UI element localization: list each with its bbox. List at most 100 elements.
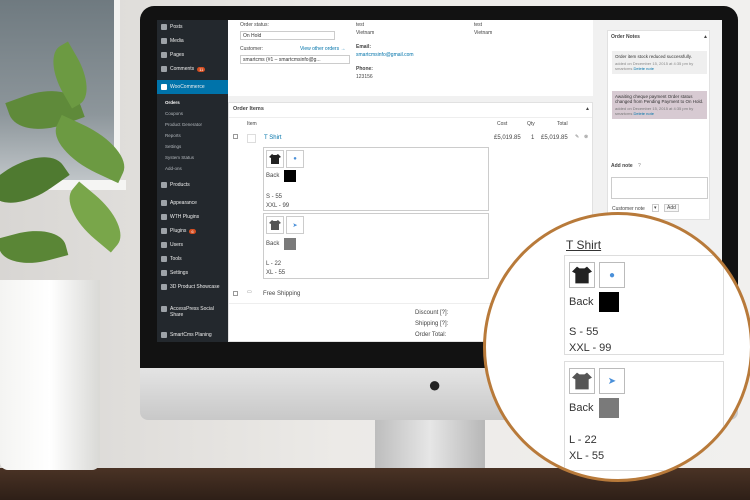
- variant-shirt-thumb[interactable]: [266, 150, 284, 168]
- note-textarea[interactable]: [611, 177, 708, 199]
- settings-icon: [161, 270, 167, 276]
- sidebar-item-reports[interactable]: Reports: [157, 130, 228, 141]
- delete-note-link[interactable]: Delete note: [633, 66, 653, 71]
- variant-design-thumb[interactable]: ➤: [599, 368, 625, 394]
- color-swatch-gray: [599, 398, 619, 418]
- plugins-count-badge: 6: [189, 228, 196, 234]
- variant-design-thumb[interactable]: ●: [599, 262, 625, 288]
- variant-shirt-thumb[interactable]: [569, 368, 595, 394]
- chevron-down-icon[interactable]: ▾: [652, 204, 659, 212]
- variant-design-thumb[interactable]: ➤: [286, 216, 304, 234]
- shipping-total-label: Shipping [?]:: [415, 321, 449, 327]
- share-icon: [161, 306, 167, 312]
- billing-country: Vietnam: [356, 30, 375, 36]
- products-icon: [161, 182, 167, 188]
- shipping-country: Vietnam: [474, 30, 493, 36]
- product-name-link[interactable]: T Shirt: [264, 135, 282, 141]
- page-icon: [161, 52, 167, 58]
- admin-sidebar: Posts Media Pages Comments 11 WooCommerce…: [157, 20, 228, 342]
- sidebar-item-orders[interactable]: Orders: [157, 97, 228, 108]
- arrow-icon: ➤: [292, 222, 298, 229]
- col-item: Item: [247, 121, 257, 127]
- gear-icon: [161, 284, 167, 290]
- order-notes-panel: Order Notes ▲ Order item stock reduced s…: [607, 30, 710, 220]
- monitor-stand: [375, 420, 485, 468]
- variant-size-2: XL - 55: [266, 270, 286, 276]
- user-icon: [161, 242, 167, 248]
- customer-select[interactable]: smartcms (#1 – smartcmsinfo@g...: [240, 55, 350, 64]
- arrow-icon: ➤: [607, 375, 617, 387]
- email-link[interactable]: smartcmsinfo@gmail.com: [356, 52, 414, 58]
- sidebar-item-wth-plugins[interactable]: WTH Plugins: [157, 210, 228, 224]
- note-author: smartcms: [615, 111, 633, 116]
- variant-size-1: L - 22: [569, 434, 597, 446]
- view-other-orders-link[interactable]: View other orders →: [300, 46, 345, 52]
- collapse-icon[interactable]: ▲: [703, 34, 708, 40]
- sidebar-item-smartcms[interactable]: SmartCms Planing: [157, 328, 228, 342]
- note-item: Awaiting cheque payment Order status cha…: [612, 91, 707, 119]
- order-total-label: Order Total:: [415, 332, 447, 338]
- variant-size-2: XL - 55: [569, 450, 605, 462]
- variant-design-thumb[interactable]: ●: [286, 150, 304, 168]
- delete-icon[interactable]: ⊗: [584, 134, 588, 140]
- sidebar-item-woocommerce[interactable]: WooCommerce: [157, 80, 228, 94]
- order-status-select[interactable]: On Hold: [240, 31, 335, 40]
- color-swatch-gray: [284, 238, 296, 250]
- item-qty: 1: [531, 135, 535, 141]
- drop-icon: ●: [293, 156, 297, 162]
- sidebar-item-appearance[interactable]: Appearance: [157, 196, 228, 210]
- variant-shirt-thumb[interactable]: [266, 216, 284, 234]
- item-cost: £5,019.85: [494, 135, 521, 141]
- col-cost: Cost: [497, 121, 508, 127]
- sidebar-item-plugins[interactable]: Plugins 6: [157, 224, 228, 238]
- product-name-link[interactable]: T Shirt: [566, 238, 601, 252]
- help-icon[interactable]: ?: [638, 163, 641, 169]
- sidebar-item-media[interactable]: Media: [157, 34, 228, 48]
- note-item: Order item stock reduced successfully. a…: [612, 51, 707, 74]
- gear-icon: [161, 332, 167, 338]
- comment-icon: [161, 66, 167, 72]
- sidebar-item-tools[interactable]: Tools: [157, 252, 228, 266]
- sidebar-item-accesspress[interactable]: AccessPress Social Share: [157, 306, 228, 326]
- plant-pot: [0, 280, 100, 470]
- collapse-icon[interactable]: ▲: [585, 106, 590, 112]
- sidebar-item-settings[interactable]: Settings: [157, 266, 228, 280]
- sidebar-item-system-status[interactable]: System Status: [157, 152, 228, 163]
- order-details-panel: Order status: On Hold Customer: View oth…: [228, 20, 593, 96]
- apple-logo-icon: ●: [428, 372, 442, 397]
- shipping-method: Free Shipping: [263, 291, 301, 297]
- divider: [229, 117, 592, 118]
- phone-label: Phone:: [356, 66, 373, 72]
- item-checkbox[interactable]: [233, 134, 238, 139]
- color-swatch-black: [599, 292, 619, 312]
- comments-count-badge: 11: [197, 66, 206, 72]
- delete-note-link[interactable]: Delete note: [633, 111, 653, 116]
- variant-size-1: S - 55: [266, 194, 283, 200]
- variant-shirt-thumb[interactable]: [569, 262, 595, 288]
- sidebar-item-pages[interactable]: Pages: [157, 48, 228, 62]
- add-note-button[interactable]: Add: [664, 204, 679, 212]
- variant-side: Back: [569, 296, 594, 308]
- edit-icon[interactable]: ✎: [575, 134, 579, 140]
- order-status-label: Order status:: [240, 22, 269, 28]
- customer-label: Customer:: [240, 46, 264, 52]
- sidebar-item-posts[interactable]: Posts: [157, 20, 228, 34]
- shipping-checkbox[interactable]: [233, 291, 238, 296]
- col-total: Total: [557, 121, 568, 127]
- sidebar-item-comments[interactable]: Comments 11: [157, 62, 228, 76]
- sidebar-item-users[interactable]: Users: [157, 238, 228, 252]
- order-notes-title: Order Notes: [611, 34, 640, 40]
- phone-value: 123156: [356, 74, 373, 80]
- sidebar-item-addons[interactable]: Add-ons: [157, 163, 228, 174]
- sidebar-item-3d-showcase[interactable]: 3D Product Showcase: [157, 284, 228, 304]
- variant-side: Back: [266, 173, 280, 179]
- color-swatch-black: [284, 170, 296, 182]
- product-thumb: [247, 134, 256, 143]
- wrench-icon: [161, 256, 167, 262]
- variant-box-1: ● Back S - 55 XXL - 99: [564, 255, 724, 355]
- sidebar-item-wc-settings[interactable]: Settings: [157, 141, 228, 152]
- sidebar-item-product-generator[interactable]: Product Generator: [157, 119, 228, 130]
- sidebar-item-coupons[interactable]: Coupons: [157, 108, 228, 119]
- discount-label: Discount [?]:: [415, 310, 449, 316]
- sidebar-item-products[interactable]: Products: [157, 178, 228, 192]
